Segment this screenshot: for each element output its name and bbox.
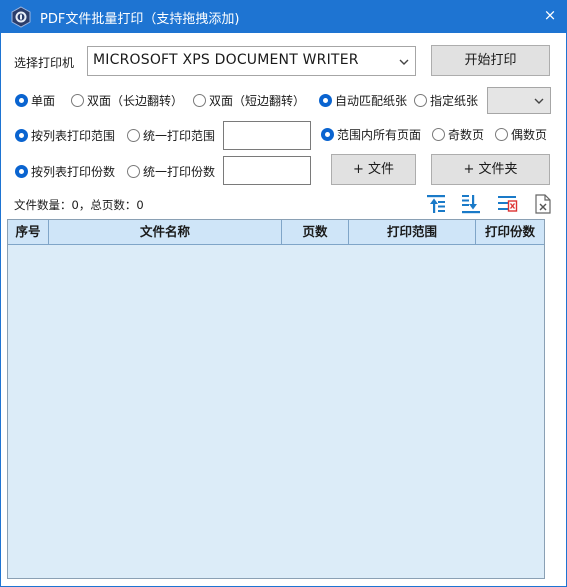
column-header-filename[interactable]: 文件名称 [49, 220, 282, 245]
radio-indicator [15, 93, 28, 107]
radio-list-range[interactable]: 按列表打印范围 [15, 127, 115, 143]
printer-selected-value: MICROSOFT XPS DOCUMENT WRITER [93, 52, 359, 68]
radio-indicator [319, 93, 332, 107]
radio-uniform-copies[interactable]: 统一打印份数 [127, 163, 215, 179]
add-folder-label: + 文件夹 [463, 162, 518, 177]
radio-indicator [193, 93, 206, 107]
radio-even-pages[interactable]: 偶数页 [495, 126, 547, 142]
copies-input[interactable] [223, 156, 311, 185]
add-file-label: + 文件 [352, 162, 395, 177]
app-logo-icon [11, 6, 31, 28]
radio-list-copies-label: 按列表打印份数 [31, 164, 116, 179]
radio-indicator [71, 93, 84, 107]
radio-simplex-label: 单面 [31, 93, 56, 108]
chevron-down-icon [534, 98, 544, 104]
radio-indicator [414, 93, 427, 107]
move-to-top-icon[interactable] [425, 193, 447, 215]
clear-list-icon[interactable] [496, 193, 518, 215]
radio-indicator [495, 127, 508, 141]
radio-custom-paper[interactable]: 指定纸张 [414, 92, 478, 108]
radio-odd-pages-label: 奇数页 [448, 127, 485, 142]
move-to-bottom-icon[interactable] [460, 193, 482, 215]
radio-odd-pages[interactable]: 奇数页 [432, 126, 484, 142]
close-button[interactable]: × [533, 0, 567, 33]
radio-indicator [321, 127, 334, 141]
column-header-print-range[interactable]: 打印范围 [349, 220, 476, 245]
radio-indicator [127, 164, 140, 178]
file-count-status: 文件数量：0，总页数：0 [14, 198, 144, 212]
printer-label: 选择打印机 [14, 56, 75, 70]
chevron-down-icon [399, 59, 409, 65]
window-title: PDF文件批量打印（支持拖拽添加) [40, 12, 240, 27]
radio-duplex-long[interactable]: 双面（长边翻转） [71, 92, 183, 108]
column-header-copies[interactable]: 打印份数 [476, 220, 544, 245]
start-print-button[interactable]: 开始打印 [431, 45, 550, 76]
radio-custom-paper-label: 指定纸张 [430, 93, 479, 108]
radio-uniform-range[interactable]: 统一打印范围 [127, 127, 215, 143]
add-folder-button[interactable]: + 文件夹 [431, 154, 550, 185]
title-bar[interactable]: PDF文件批量打印（支持拖拽添加) × [0, 0, 567, 33]
column-header-index[interactable]: 序号 [8, 220, 49, 245]
radio-indicator [127, 128, 140, 142]
file-list-table[interactable]: 序号 文件名称 页数 打印范围 打印份数 [7, 219, 545, 579]
radio-indicator [15, 128, 28, 142]
radio-list-copies[interactable]: 按列表打印份数 [15, 163, 115, 179]
radio-list-range-label: 按列表打印范围 [31, 128, 116, 143]
radio-duplex-short-label: 双面（短边翻转） [209, 93, 306, 108]
radio-uniform-copies-label: 统一打印份数 [143, 164, 216, 179]
range-input[interactable] [223, 121, 311, 150]
radio-all-pages[interactable]: 范围内所有页面 [321, 126, 421, 142]
printer-select[interactable]: MICROSOFT XPS DOCUMENT WRITER [87, 46, 416, 76]
add-file-button[interactable]: + 文件 [331, 154, 416, 185]
radio-duplex-short[interactable]: 双面（短边翻转） [193, 92, 305, 108]
radio-all-pages-label: 范围内所有页面 [337, 127, 422, 142]
table-header: 序号 文件名称 页数 打印范围 打印份数 [8, 220, 544, 245]
radio-even-pages-label: 偶数页 [511, 127, 548, 142]
radio-indicator [432, 127, 445, 141]
radio-simplex[interactable]: 单面 [15, 92, 55, 108]
radio-auto-paper[interactable]: 自动匹配纸张 [319, 92, 407, 108]
column-header-pages[interactable]: 页数 [282, 220, 349, 245]
main-panel: 选择打印机 MICROSOFT XPS DOCUMENT WRITER 开始打印… [0, 33, 567, 587]
delete-file-icon[interactable] [532, 193, 554, 215]
radio-uniform-range-label: 统一打印范围 [143, 128, 216, 143]
start-print-label: 开始打印 [464, 53, 517, 68]
paper-size-select[interactable] [487, 87, 551, 114]
radio-duplex-long-label: 双面（长边翻转） [87, 93, 184, 108]
radio-indicator [15, 164, 28, 178]
radio-auto-paper-label: 自动匹配纸张 [335, 93, 408, 108]
